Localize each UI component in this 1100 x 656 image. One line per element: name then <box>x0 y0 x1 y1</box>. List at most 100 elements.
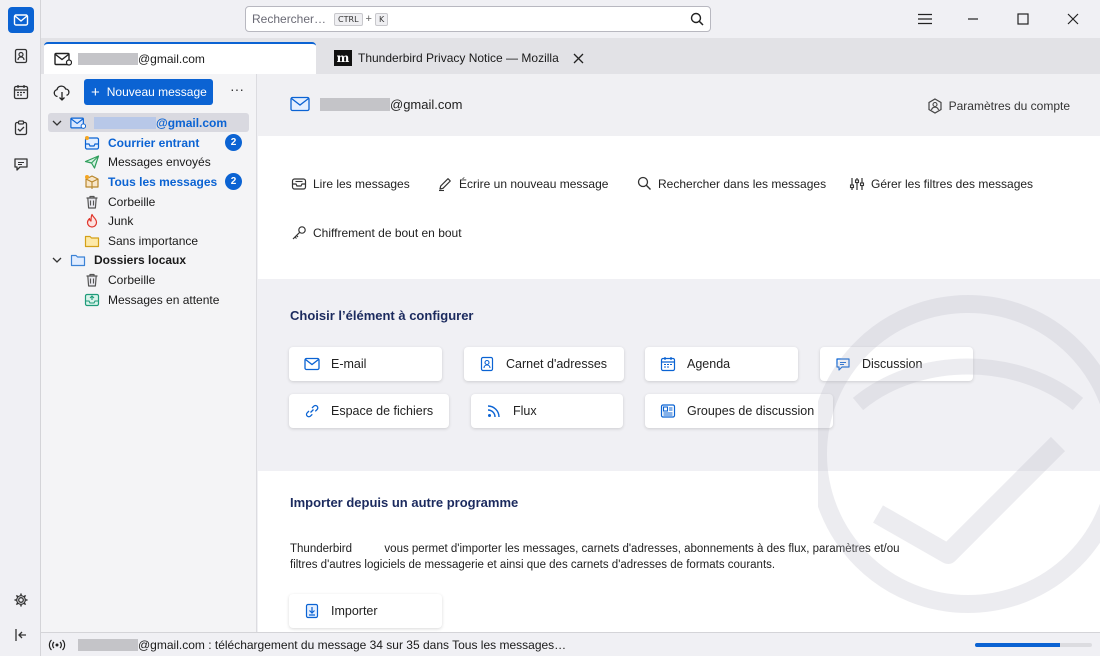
cloud-download-icon <box>53 85 70 101</box>
account-settings-label: Paramètres du compte <box>948 99 1070 113</box>
sent-icon <box>84 154 100 170</box>
get-messages-button[interactable] <box>51 82 73 104</box>
setup-newsgroups-button[interactable]: Groupes de discussion <box>645 394 833 428</box>
shortcut-ctrl: CTRL <box>334 12 363 26</box>
mail-icon <box>13 14 29 26</box>
folder-sent[interactable]: Messages envoyés <box>84 152 242 171</box>
unread-badge: 2 <box>225 173 242 190</box>
tasks-icon <box>14 120 28 136</box>
more-options-button[interactable]: ··· <box>227 82 247 102</box>
pencil-icon <box>436 176 454 192</box>
folder-pane: + Nouveau message ··· @gmail.com Courrie… <box>41 74 257 632</box>
all-mail-icon <box>84 174 100 190</box>
folder-label: Courrier entrant <box>108 135 200 150</box>
import-desc-text: vous permet d'importer les messages, car… <box>290 543 900 571</box>
mail-icon <box>290 96 310 112</box>
account-email-label: @gmail.com <box>390 96 463 112</box>
folder-label: Messages en attente <box>108 292 220 307</box>
action-label: Chiffrement de bout en bout <box>313 226 462 240</box>
folder-inbox[interactable]: Courrier entrant 2 <box>84 133 242 152</box>
setup-address-book-button[interactable]: Carnet d'adresses <box>464 347 624 381</box>
chevron-down-icon[interactable] <box>52 118 64 128</box>
shortcut-key: K <box>374 12 389 26</box>
local-folder-trash[interactable]: Corbeille <box>84 270 242 289</box>
search-icon <box>635 176 653 191</box>
link-icon <box>303 403 321 419</box>
newsgroup-icon <box>659 403 677 419</box>
download-progress-bar <box>975 643 1092 647</box>
write-message-action[interactable]: Écrire un nouveau message <box>436 176 608 192</box>
spaces-toolbar <box>0 0 41 656</box>
import-button[interactable]: Importer <box>289 594 442 628</box>
chat-icon <box>14 158 28 171</box>
global-search-input[interactable]: Rechercher… CTRL + K <box>245 6 711 32</box>
local-folders-row[interactable]: Dossiers locaux <box>52 250 242 269</box>
app-menu-button[interactable] <box>915 9 935 29</box>
manage-filters-action[interactable]: Gérer les filtres des messages <box>848 176 1033 192</box>
folder-trash[interactable]: Corbeille <box>84 192 242 211</box>
title-bar: Rechercher… CTRL + K <box>41 0 1100 38</box>
folder-low-priority[interactable]: Sans importance <box>84 231 242 250</box>
trash-icon <box>84 194 100 210</box>
collapse-spaces-button[interactable] <box>8 622 34 648</box>
import-icon <box>303 603 321 619</box>
account-central-pane: @gmail.com Paramètres du compte Lire les… <box>258 74 1100 632</box>
redacted-username <box>94 116 156 129</box>
folder-all-messages[interactable]: Tous les messages 2 <box>84 172 242 191</box>
folder-label: Corbeille <box>108 194 156 209</box>
status-bar: @gmail.com : téléchargement du message 3… <box>41 632 1100 656</box>
search-messages-action[interactable]: Rechercher dans les messages <box>635 176 826 191</box>
outbox-icon <box>84 292 100 308</box>
shortcut-plus: + <box>365 13 372 25</box>
action-label: Écrire un nouveau message <box>459 177 609 191</box>
junk-icon <box>84 213 100 229</box>
read-icon <box>290 176 308 192</box>
tab-privacy-notice[interactable]: m Thunderbird Privacy Notice — Mozilla <box>324 42 584 74</box>
mail-icon <box>54 52 72 66</box>
trash-icon <box>84 272 100 288</box>
mail-space-button[interactable] <box>8 7 34 33</box>
calendar-icon <box>659 356 677 372</box>
tab-account[interactable]: @gmail.com <box>44 42 316 74</box>
folder-label: Sans importance <box>108 233 199 248</box>
close-window-button[interactable] <box>1063 9 1083 29</box>
close-tab-icon[interactable] <box>573 53 584 64</box>
setup-feeds-button[interactable]: Flux <box>471 394 623 428</box>
account-settings-link[interactable]: Paramètres du compte <box>927 98 1070 114</box>
close-icon <box>1067 13 1079 25</box>
chevron-down-icon[interactable] <box>52 255 64 265</box>
rss-icon <box>485 403 503 419</box>
gear-icon <box>14 593 28 607</box>
calendar-space-button[interactable] <box>8 79 34 105</box>
collapse-left-icon <box>15 629 26 641</box>
setup-email-button[interactable]: E-mail <box>289 347 442 381</box>
chat-space-button[interactable] <box>8 151 34 177</box>
account-row[interactable]: @gmail.com <box>48 113 249 132</box>
maximize-button[interactable] <box>1013 9 1033 29</box>
setup-label: Flux <box>513 404 537 418</box>
setup-label: E-mail <box>331 357 367 371</box>
folder-junk[interactable]: Junk <box>84 211 242 230</box>
status-text: @gmail.com : téléchargement du message 3… <box>138 637 567 652</box>
import-title: Importer depuis un autre programme <box>290 495 519 510</box>
unread-badge: 2 <box>225 134 242 151</box>
online-status-icon[interactable] <box>48 638 66 652</box>
address-book-icon <box>478 356 496 372</box>
read-messages-action[interactable]: Lire les messages <box>290 176 410 192</box>
new-message-button[interactable]: + Nouveau message <box>84 79 213 105</box>
e2e-encryption-action[interactable]: Chiffrement de bout en bout <box>290 225 462 241</box>
address-book-icon <box>14 48 28 64</box>
setup-calendar-button[interactable]: Agenda <box>645 347 798 381</box>
mail-icon <box>303 357 321 371</box>
thunderbird-watermark-icon <box>818 295 1100 613</box>
settings-space-button[interactable] <box>8 587 34 613</box>
minimize-button[interactable] <box>963 9 983 29</box>
tab-label: Thunderbird Privacy Notice — Mozilla <box>358 51 559 65</box>
search-icon[interactable] <box>690 12 704 26</box>
address-book-space-button[interactable] <box>8 43 34 69</box>
folder-label: Tous les messages <box>108 174 218 189</box>
setup-filelink-button[interactable]: Espace de fichiers <box>289 394 449 428</box>
local-folder-outbox[interactable]: Messages en attente <box>84 290 242 309</box>
calendar-icon <box>13 85 29 100</box>
tasks-space-button[interactable] <box>8 115 34 141</box>
